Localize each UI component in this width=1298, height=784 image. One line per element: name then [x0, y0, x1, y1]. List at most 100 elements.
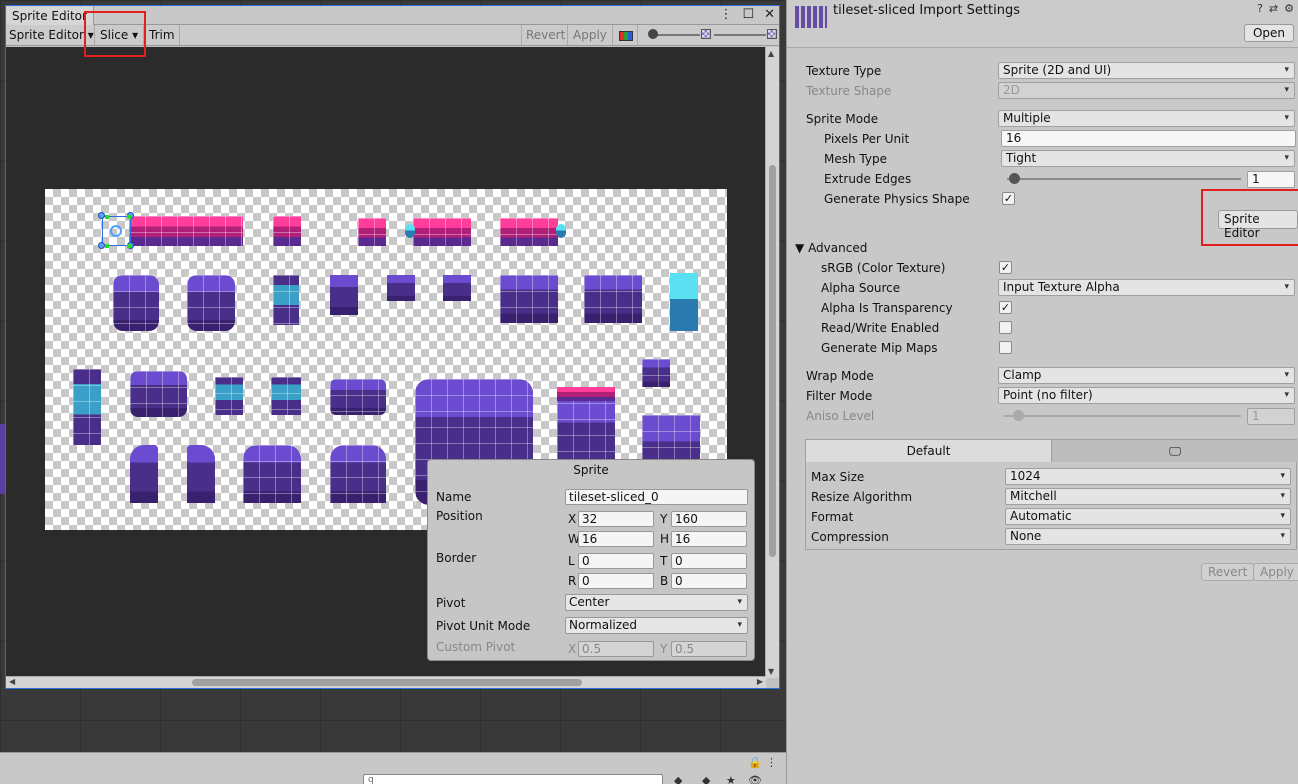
sprite-tile[interactable] — [358, 218, 386, 246]
sprite-tile[interactable] — [642, 359, 670, 387]
generate-mip-maps-checkbox[interactable] — [999, 341, 1012, 354]
sprite-tile[interactable] — [243, 445, 301, 503]
alpha-zoom-slider[interactable] — [652, 34, 700, 36]
sprite-tile[interactable] — [130, 371, 187, 417]
horizontal-scroll-thumb[interactable] — [192, 679, 582, 686]
vertical-scroll-thumb[interactable] — [769, 165, 776, 557]
sprite-tile[interactable] — [405, 224, 415, 238]
filter-by-label-icon[interactable]: ◆ — [702, 774, 710, 784]
close-icon[interactable]: ✕ — [764, 7, 775, 22]
texture-shape-dropdown[interactable]: 2D ▾ — [998, 82, 1295, 99]
sprite-name-input[interactable]: tileset-sliced_0 — [565, 489, 748, 505]
sprite-tile[interactable] — [129, 216, 243, 246]
favorites-star-icon[interactable]: ★ — [726, 774, 736, 784]
sprite-tile[interactable] — [113, 275, 159, 331]
resize-handle[interactable] — [98, 212, 105, 219]
height-input[interactable]: 16 — [671, 531, 747, 547]
alpha-is-transparency-checkbox[interactable]: ✓ — [999, 301, 1012, 314]
sprite-tile[interactable] — [387, 275, 415, 301]
color-channel-toggle[interactable] — [612, 25, 638, 45]
sprite-tile[interactable] — [187, 445, 215, 503]
sprite-tile[interactable] — [130, 445, 158, 503]
srgb-checkbox[interactable]: ✓ — [999, 261, 1012, 274]
scroll-up-icon[interactable]: ▲ — [768, 49, 774, 58]
border-right-input[interactable]: 0 — [578, 573, 654, 589]
sprite-tile[interactable] — [330, 275, 358, 315]
alpha-zoom-slider-knob[interactable] — [648, 29, 658, 39]
generate-physics-shape-checkbox[interactable]: ✓ — [1002, 192, 1015, 205]
settings-icon[interactable]: ⚙ — [1284, 2, 1294, 15]
aniso-level-slider[interactable] — [1004, 415, 1241, 417]
sprite-tile[interactable] — [443, 275, 471, 301]
hidden-packages-eye-icon[interactable]: 👁 — [748, 774, 762, 784]
border-handle[interactable] — [105, 244, 109, 248]
format-dropdown[interactable]: Automatic ▾ — [1005, 508, 1291, 525]
inspector-revert-button[interactable]: Revert — [1201, 563, 1255, 581]
position-y-input[interactable]: 160 — [671, 511, 747, 527]
sprite-mode-dropdown[interactable]: Multiple ▾ — [998, 110, 1295, 127]
max-size-dropdown[interactable]: 1024 ▾ — [1005, 468, 1291, 485]
filter-mode-dropdown[interactable]: Point (no filter) ▾ — [998, 387, 1295, 404]
sprite-tile[interactable] — [73, 369, 101, 445]
extrude-edges-input[interactable]: 1 — [1247, 171, 1295, 188]
filter-by-type-icon[interactable]: ◆ — [674, 774, 682, 784]
project-search-input[interactable]: q — [363, 774, 663, 784]
scroll-left-icon[interactable]: ◀ — [9, 677, 15, 686]
border-handle[interactable] — [127, 244, 131, 248]
read-write-checkbox[interactable] — [999, 321, 1012, 334]
resize-algorithm-dropdown[interactable]: Mitchell ▾ — [1005, 488, 1291, 505]
border-top-input[interactable]: 0 — [671, 553, 747, 569]
sprite-tile[interactable] — [330, 379, 386, 415]
presets-icon[interactable]: ⇄ — [1269, 2, 1278, 15]
canvas-vertical-scrollbar[interactable]: ▲ ▼ — [765, 47, 779, 678]
sprite-tile[interactable] — [670, 273, 698, 331]
revert-button[interactable]: Revert — [521, 25, 569, 45]
border-handle[interactable] — [105, 215, 109, 219]
mip-level-slider[interactable] — [714, 34, 766, 36]
sprite-tile[interactable] — [500, 275, 558, 323]
sprite-tile[interactable] — [557, 387, 615, 401]
extrude-edges-slider-knob[interactable] — [1009, 173, 1020, 184]
scroll-right-icon[interactable]: ▶ — [757, 677, 763, 686]
sprite-tile[interactable] — [187, 275, 235, 331]
border-bottom-input[interactable]: 0 — [671, 573, 747, 589]
pivot-handle[interactable] — [110, 225, 122, 237]
compression-dropdown[interactable]: None ▾ — [1005, 528, 1291, 545]
sprite-tile[interactable] — [271, 377, 301, 415]
sprite-tile[interactable] — [556, 224, 566, 238]
maximize-icon[interactable]: ☐ — [742, 7, 754, 22]
tab-standalone[interactable]: 🖵 — [1052, 440, 1298, 462]
open-button[interactable]: Open — [1243, 24, 1294, 42]
kebab-menu-icon[interactable]: ⋮ — [766, 756, 777, 769]
sprite-tile[interactable] — [413, 218, 471, 246]
border-handle[interactable] — [127, 215, 131, 219]
sprite-tile[interactable] — [215, 377, 243, 415]
custom-pivot-x-input[interactable]: 0.5 — [578, 641, 654, 657]
scroll-down-icon[interactable]: ▼ — [768, 667, 774, 676]
alpha-source-dropdown[interactable]: Input Texture Alpha ▾ — [998, 279, 1295, 296]
width-input[interactable]: 16 — [578, 531, 654, 547]
kebab-menu-icon[interactable]: ⋮ — [719, 7, 732, 22]
resize-handle[interactable] — [98, 242, 105, 249]
sprite-tile[interactable] — [584, 275, 642, 323]
sprite-tile[interactable] — [500, 218, 558, 246]
pivot-dropdown[interactable]: Center ▾ — [565, 594, 748, 611]
help-icon[interactable]: ? — [1257, 2, 1263, 15]
texture-type-dropdown[interactable]: Sprite (2D and UI) ▾ — [998, 62, 1295, 79]
inspector-apply-button[interactable]: Apply — [1253, 563, 1298, 581]
pivot-unit-mode-dropdown[interactable]: Normalized ▾ — [565, 617, 748, 634]
lock-icon[interactable]: 🔒 — [748, 756, 762, 769]
aniso-level-slider-knob[interactable] — [1013, 410, 1024, 421]
sprite-tile[interactable] — [273, 275, 299, 325]
border-left-input[interactable]: 0 — [578, 553, 654, 569]
sprite-editor-tab[interactable]: Sprite Editor — [6, 6, 94, 25]
custom-pivot-y-input[interactable]: 0.5 — [671, 641, 747, 657]
mesh-type-dropdown[interactable]: Tight ▾ — [1001, 150, 1295, 167]
apply-button[interactable]: Apply — [567, 25, 613, 45]
tab-default[interactable]: Default — [806, 440, 1052, 462]
pixels-per-unit-input[interactable]: 16 — [1001, 130, 1296, 147]
extrude-edges-slider[interactable] — [1007, 178, 1241, 180]
position-x-input[interactable]: 32 — [578, 511, 654, 527]
sprite-tile[interactable] — [273, 216, 301, 246]
sprite-tile[interactable] — [330, 445, 386, 503]
